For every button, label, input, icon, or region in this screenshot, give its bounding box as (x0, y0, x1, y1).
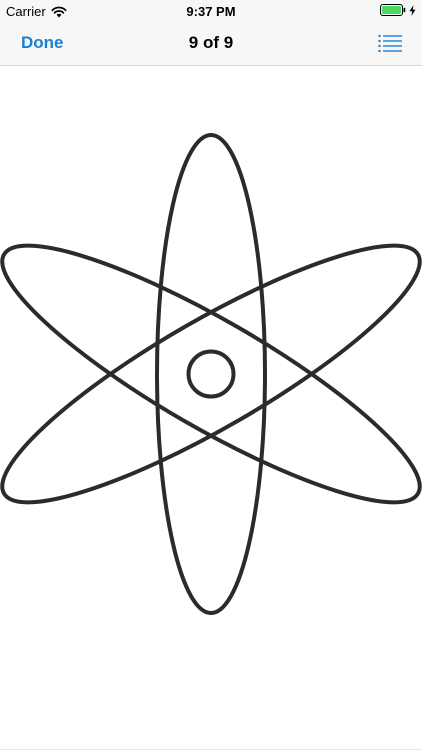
atom-nucleus (186, 349, 236, 399)
atom-orbit-right-tilt (0, 243, 422, 505)
screen: Carrier 9:37 PM Done 9 of 9 (0, 0, 422, 750)
list-button[interactable] (378, 34, 402, 52)
battery-icon (380, 4, 406, 16)
navigation-bar: Done 9 of 9 (0, 22, 422, 66)
list-icon (378, 34, 402, 52)
status-time: 9:37 PM (186, 4, 236, 19)
atom-orbit-vertical (155, 133, 267, 615)
atom-orbit-left-tilt (0, 243, 422, 505)
status-right (380, 4, 416, 16)
status-bar: Carrier 9:37 PM (0, 0, 422, 22)
atom-icon (0, 133, 422, 615)
content-area (0, 67, 422, 750)
charging-bolt-icon (409, 4, 416, 16)
done-button[interactable]: Done (21, 33, 64, 53)
